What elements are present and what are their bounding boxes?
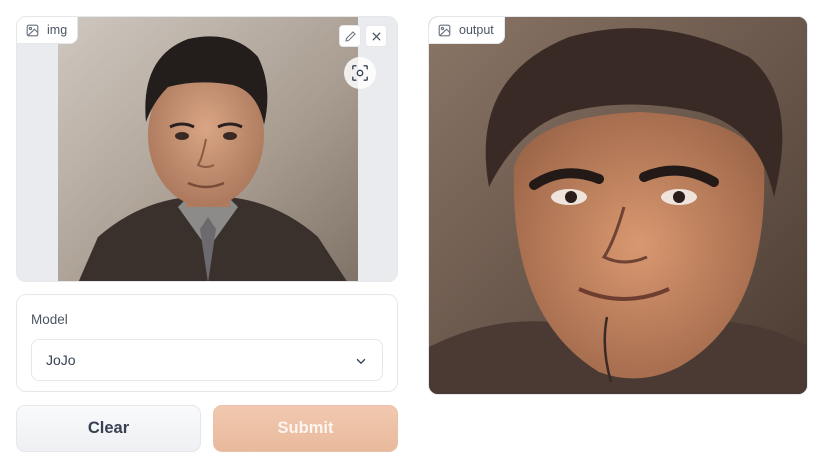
image-icon	[26, 24, 39, 36]
clear-button[interactable]: Clear	[16, 405, 201, 452]
model-label: Model	[31, 312, 68, 327]
edit-button[interactable]	[339, 25, 361, 47]
output-stylized-portrait	[429, 17, 807, 394]
pencil-icon	[344, 30, 356, 42]
output-image-label: output	[459, 23, 494, 37]
output-image-panel: output	[428, 16, 808, 395]
input-photo-portrait	[58, 17, 358, 281]
input-image-label: img	[47, 23, 68, 37]
image-icon	[438, 24, 451, 36]
crop-focus-button[interactable]	[344, 57, 376, 89]
model-select[interactable]: JoJo	[31, 339, 383, 381]
input-image-panel[interactable]: img	[16, 16, 398, 282]
model-selected-value: JoJo	[46, 352, 76, 368]
input-image-label-chip: img	[17, 17, 79, 44]
chevron-down-icon	[356, 358, 366, 365]
close-icon	[371, 31, 381, 41]
submit-button[interactable]: Submit	[213, 405, 398, 452]
remove-image-button[interactable]	[365, 25, 387, 47]
output-image-label-chip: output	[429, 17, 505, 44]
crop-focus-icon	[352, 65, 368, 81]
model-dropdown-block: Model JoJo	[16, 294, 398, 392]
